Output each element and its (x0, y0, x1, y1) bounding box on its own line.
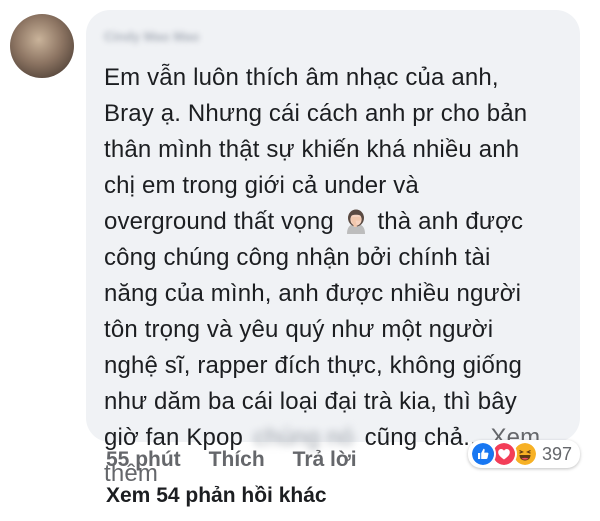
view-more-replies-link[interactable]: Xem 54 phản hồi khác (106, 484, 327, 508)
comment-line: thân mình thật sự khiến khá nhiều anh (104, 136, 520, 163)
comment-line: năng của mình, anh được nhiều người (104, 280, 522, 307)
comment-line: tôn trọng và yêu quý như một người (104, 316, 494, 343)
comment-line: Em vẫn luôn thích âm nhạc của anh, (104, 64, 499, 91)
comment-author[interactable]: Cindy Mao Mao (104, 26, 239, 48)
comment-line: nghệ sĩ, rapper đích thực, không giống (104, 352, 523, 379)
comment-text: Em vẫn luôn thích âm nhạc của anh, Bray … (104, 60, 562, 492)
avatar[interactable] (10, 14, 74, 78)
comment-timestamp[interactable]: 55 phút (106, 448, 181, 472)
reaction-summary[interactable]: 397 (468, 440, 581, 468)
reply-button[interactable]: Trả lời (293, 448, 357, 472)
comment-line: cũng chả... (364, 424, 484, 451)
comment-line: Bray ạ. Nhưng cái cách anh pr cho bản (104, 100, 528, 127)
blurred-text: chúng nó (253, 424, 354, 451)
like-icon (470, 441, 496, 467)
comment-line: giờ fan Kpop (104, 424, 243, 451)
comment-line: như dăm ba cái loại đại trà kia, thì bây (104, 388, 517, 415)
like-button[interactable]: Thích (209, 448, 265, 472)
comment-bubble: Cindy Mao Mao Em vẫn luôn thích âm nhạc … (86, 10, 580, 487)
comment-line: công chúng công nhận bởi chính tài (104, 244, 491, 271)
woman-facepalming-icon (343, 208, 369, 234)
comment-line: thà anh được (377, 208, 524, 235)
comment-line: overground thất vọng (104, 208, 334, 235)
comment-line: chị em trong giới cả under và (104, 172, 419, 199)
reaction-count: 397 (542, 443, 573, 464)
comment-thread: Cindy Mao Mao Em vẫn luôn thích âm nhạc … (0, 0, 600, 521)
comment-actions: 55 phút Thích Trả lời (106, 448, 385, 472)
